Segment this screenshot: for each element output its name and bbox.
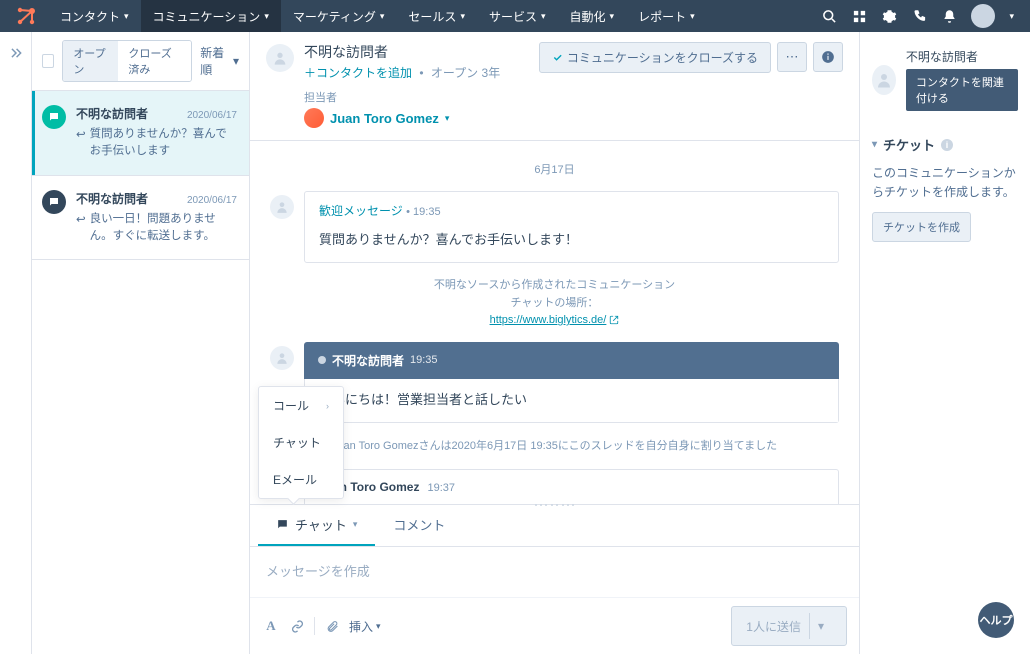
nav-sales[interactable]: セールス▾ bbox=[396, 0, 477, 32]
popup-call[interactable]: コール› bbox=[259, 387, 343, 424]
visitor-body: こんにちは！営業担当者と話したい bbox=[304, 379, 839, 423]
more-menu-button[interactable]: ⋯ bbox=[777, 42, 807, 72]
select-all-checkbox[interactable] bbox=[42, 54, 54, 68]
system-avatar bbox=[270, 195, 294, 219]
welcome-body: 質問ありませんか？喜んでお手伝いします！ bbox=[305, 219, 838, 262]
content-header: 不明な訪問者 ＋コンタクトを追加 • オープン 3年 コミュニケーションをクロー… bbox=[250, 32, 859, 141]
visitor-avatar bbox=[270, 346, 294, 370]
date-separator: 6月17日 bbox=[270, 161, 839, 177]
composer-tabs: コール› チャット Eメール チャット ▾ コメント bbox=[250, 505, 859, 547]
reply-icon: ↩︎ bbox=[76, 212, 86, 246]
popup-email[interactable]: Eメール bbox=[259, 461, 343, 498]
nav-automation[interactable]: 自動化▾ bbox=[558, 0, 627, 32]
search-icon[interactable] bbox=[821, 8, 837, 24]
gear-icon[interactable] bbox=[881, 8, 897, 24]
ticket-header[interactable]: ▾ チケット i bbox=[872, 135, 1018, 154]
conv-preview: 質問ありませんか？喜んでお手伝いします bbox=[90, 126, 237, 161]
chat-icon bbox=[42, 105, 66, 129]
insert-dropdown[interactable]: 挿入▾ bbox=[349, 618, 381, 635]
status-segment: オープン クローズ済み bbox=[62, 40, 192, 82]
agent-message: Juan Toro Gomez19:37 良い一日！問題ありません。すぐに転送し… bbox=[270, 469, 839, 504]
seg-open[interactable]: オープン bbox=[63, 41, 118, 81]
contact-avatar bbox=[266, 44, 294, 72]
composer: コール› チャット Eメール チャット ▾ コメント メッセージを作成 A bbox=[250, 504, 859, 654]
conversation-content: 不明な訪問者 ＋コンタクトを追加 • オープン 3年 コミュニケーションをクロー… bbox=[250, 32, 860, 654]
conv-item-2[interactable]: 不明な訪問者 2020/06/17 ↩︎良い一日！問題ありません。すぐに転送します… bbox=[32, 176, 249, 261]
visitor-name: 不明な訪問者 bbox=[76, 190, 148, 207]
chevron-right-icon: › bbox=[326, 401, 329, 411]
marketplace-icon[interactable] bbox=[851, 8, 867, 24]
link-icon[interactable] bbox=[288, 617, 306, 635]
sort-dropdown[interactable]: 新着順▾ bbox=[200, 44, 239, 78]
conv-preview: 良い一日！問題ありません。すぐに転送します。 bbox=[90, 211, 237, 246]
source-note: 不明なソースから作成されたコミュニケーション チャットの場所： https://… bbox=[270, 277, 839, 330]
agent-body: 良い一日！問題ありません。すぐに転送します。 bbox=[305, 494, 838, 504]
sidebar-avatar bbox=[872, 65, 896, 95]
welcome-message: 歓迎メッセージ • 19:35 質問ありませんか？喜んでお手伝いします！ bbox=[270, 191, 839, 263]
composer-toolbar: A 挿入▾ 1人に送信 ▾ bbox=[250, 597, 859, 654]
phone-icon[interactable] bbox=[911, 8, 927, 24]
hubspot-logo bbox=[14, 4, 38, 28]
drag-handle-icon[interactable] bbox=[535, 504, 575, 507]
user-avatar[interactable] bbox=[971, 4, 995, 28]
tab-chat[interactable]: コール› チャット Eメール チャット ▾ bbox=[258, 505, 375, 546]
top-navigation: コンタクト▾ コミュニケーション▾ マーケティング▾ セールス▾ サービス▾ 自… bbox=[0, 0, 1030, 32]
info-button[interactable] bbox=[813, 42, 843, 72]
conv-list-header: オープン クローズ済み 新着順▾ bbox=[32, 32, 249, 91]
open-status: オープン 3年 bbox=[431, 66, 500, 80]
sidebar-visitor-name: 不明な訪問者 bbox=[906, 48, 1018, 65]
create-ticket-button[interactable]: チケットを作成 bbox=[872, 212, 971, 242]
conv-date: 2020/06/17 bbox=[187, 110, 237, 121]
collapse-sidebar-icon[interactable] bbox=[9, 46, 23, 654]
status-dot-icon bbox=[318, 356, 326, 364]
conversation-list: オープン クローズ済み 新着順▾ 不明な訪問者2020/06/17 ↩︎質問あり… bbox=[32, 32, 250, 654]
assignment-note: Juan Toro Gomezさんは2020年6月17日 19:35にこのスレッ… bbox=[270, 437, 839, 453]
ticket-description: このコミュニケーションからチケットを作成します。 bbox=[872, 164, 1018, 202]
chevron-down-icon: ▾ bbox=[353, 519, 358, 530]
conv-item-1[interactable]: 不明な訪問者 2020/06/17 ↩︎質問ありませんか？喜んでお手伝いします bbox=[32, 91, 249, 176]
channel-popup: コール› チャット Eメール bbox=[258, 386, 344, 499]
assignee-avatar bbox=[304, 108, 324, 128]
chevron-down-icon: ▾ bbox=[872, 139, 877, 150]
message-input[interactable]: メッセージを作成 bbox=[250, 547, 859, 597]
nav-report[interactable]: レポート▾ bbox=[626, 0, 707, 32]
help-button[interactable]: ヘルプ bbox=[978, 602, 1014, 638]
attachment-icon[interactable] bbox=[323, 617, 341, 635]
nav-marketing[interactable]: マーケティング▾ bbox=[281, 0, 397, 32]
collapse-column bbox=[0, 32, 32, 654]
right-sidebar: 不明な訪問者 コンタクトを関連付ける ▾ チケット i このコミュニケーションか… bbox=[860, 32, 1030, 654]
send-button[interactable]: 1人に送信 ▾ bbox=[731, 606, 847, 646]
nav-service[interactable]: サービス▾ bbox=[477, 0, 558, 32]
add-contact-link[interactable]: ＋コンタクトを追加 bbox=[304, 66, 412, 80]
nav-contacts[interactable]: コンタクト▾ bbox=[48, 0, 141, 32]
visitor-name: 不明な訪問者 bbox=[76, 105, 148, 122]
tab-comment[interactable]: コメント bbox=[375, 505, 463, 546]
account-chevron-icon[interactable]: ▾ bbox=[1009, 11, 1014, 22]
close-conversation-button[interactable]: コミュニケーションをクローズする bbox=[539, 42, 771, 73]
info-icon[interactable]: i bbox=[941, 139, 953, 151]
text-style-icon[interactable]: A bbox=[262, 617, 280, 635]
assignee-section: 担当者 Juan Toro Gomez ▾ bbox=[304, 89, 843, 128]
source-url-link[interactable]: https://www.biglytics.de/ bbox=[490, 314, 607, 326]
assignee-label: 担当者 bbox=[304, 89, 843, 105]
send-split-chevron-icon[interactable]: ▾ bbox=[809, 613, 832, 639]
visitor-message: 不明な訪問者19:35 こんにちは！営業担当者と話したい bbox=[270, 342, 839, 423]
ticket-section: ▾ チケット i このコミュニケーションからチケットを作成します。 チケットを作… bbox=[872, 135, 1018, 242]
bell-icon[interactable] bbox=[941, 8, 957, 24]
chat-icon bbox=[42, 190, 66, 214]
assignee-dropdown[interactable]: Juan Toro Gomez ▾ bbox=[304, 108, 843, 128]
popup-chat[interactable]: チャット bbox=[259, 424, 343, 461]
nav-items: コンタクト▾ コミュニケーション▾ マーケティング▾ セールス▾ サービス▾ 自… bbox=[48, 0, 707, 32]
chat-bubble-icon bbox=[276, 518, 289, 531]
external-link-icon bbox=[609, 315, 619, 325]
associate-contact-button[interactable]: コンタクトを関連付ける bbox=[906, 69, 1018, 111]
nav-conversations[interactable]: コミュニケーション▾ bbox=[141, 0, 281, 32]
nav-right: ▾ bbox=[821, 4, 1022, 28]
chevron-down-icon: ▾ bbox=[445, 113, 450, 124]
seg-closed[interactable]: クローズ済み bbox=[118, 41, 191, 81]
conv-date: 2020/06/17 bbox=[187, 195, 237, 206]
reply-icon: ↩︎ bbox=[76, 127, 86, 161]
contact-title: 不明な訪問者 bbox=[304, 42, 500, 62]
